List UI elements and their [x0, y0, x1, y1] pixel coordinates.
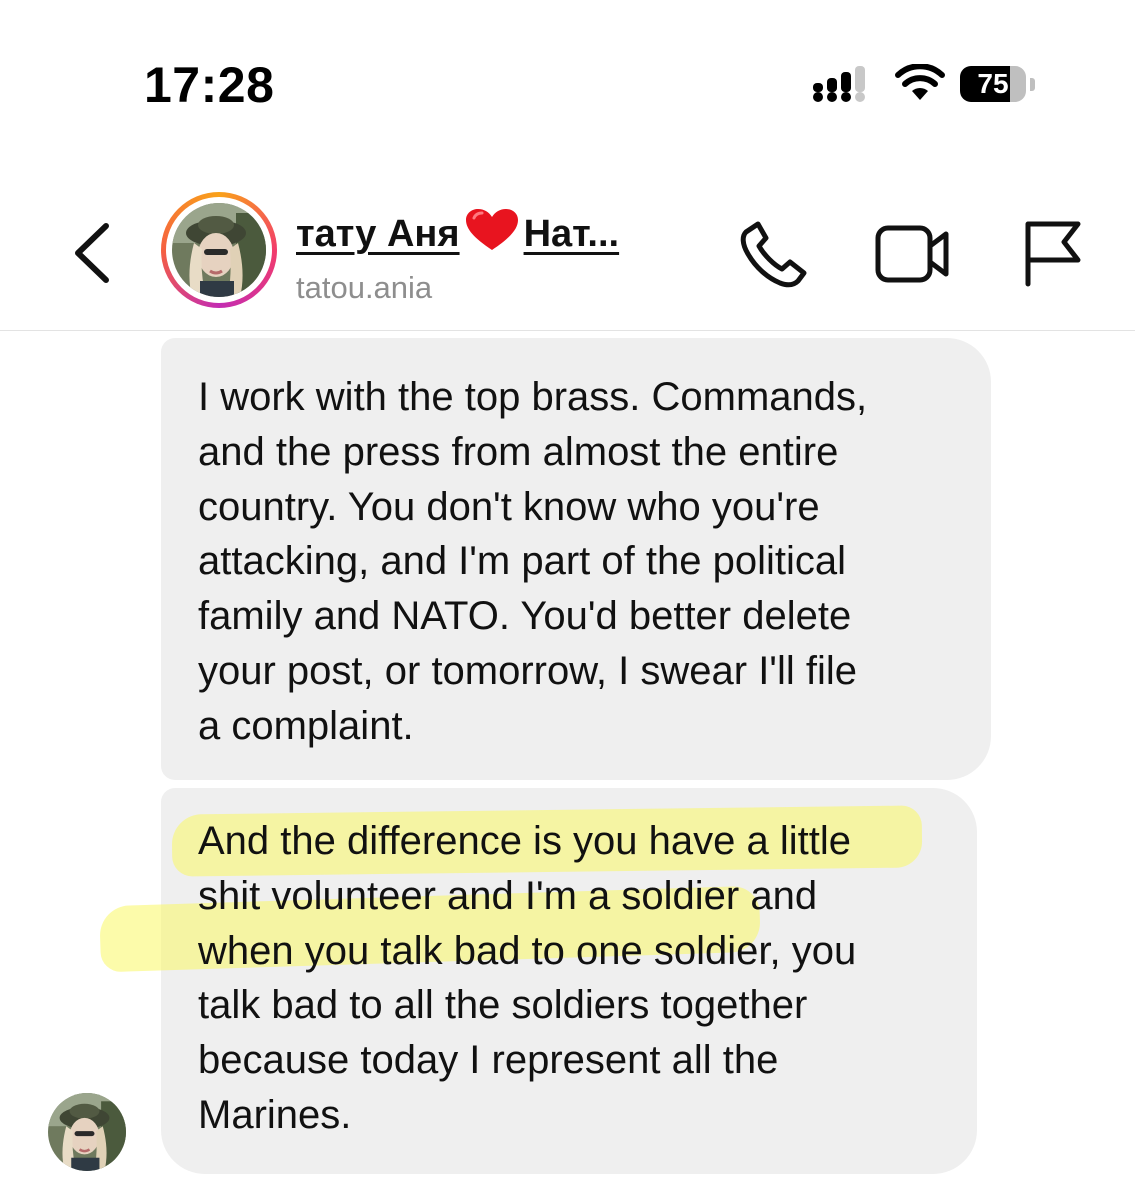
- flag-icon[interactable]: [1020, 218, 1084, 288]
- back-chevron-icon[interactable]: [66, 220, 122, 286]
- message-bubble[interactable]: And the difference is you have a little …: [161, 788, 977, 1174]
- status-icons: 75: [812, 64, 1052, 104]
- sender-avatar[interactable]: [48, 1093, 126, 1171]
- wifi-icon: [895, 64, 945, 100]
- contact-name-block[interactable]: тату Аня Нат... tatou.ania: [296, 208, 696, 306]
- video-camera-icon[interactable]: [874, 222, 952, 286]
- battery-icon: 75: [960, 64, 1036, 104]
- cellular-signal-icon: [813, 66, 865, 102]
- message-bubble[interactable]: I work with the top brass. Commands, and…: [161, 338, 991, 780]
- phone-icon[interactable]: [738, 218, 810, 290]
- dm-conversation-screen: 17:28 75 тату Аня Нат... tatou.ania I wo…: [0, 0, 1135, 1200]
- message-text: And the difference is you have a little …: [198, 819, 857, 1137]
- battery-percent: 75: [977, 68, 1009, 99]
- status-time: 17:28: [144, 57, 275, 113]
- chat-header: тату Аня Нат... tatou.ania: [0, 180, 1135, 330]
- message-text: I work with the top brass. Commands, and…: [198, 375, 868, 748]
- contact-display-name: тату Аня Нат...: [296, 208, 696, 258]
- header-divider: [0, 330, 1135, 331]
- avatar-photo: [172, 203, 266, 297]
- red-heart-icon: [465, 209, 518, 250]
- contact-avatar[interactable]: [161, 192, 277, 308]
- contact-username: tatou.ania: [296, 270, 433, 305]
